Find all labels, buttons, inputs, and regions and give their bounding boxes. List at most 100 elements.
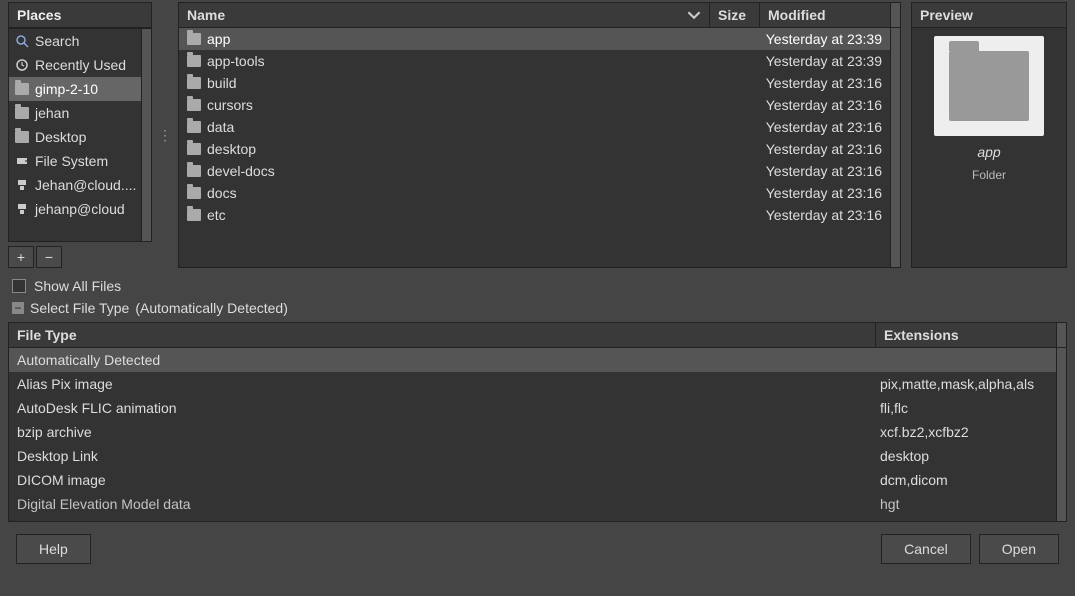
filetype-row[interactable]: Alias Pix imagepix,matte,mask,alpha,als — [9, 372, 1056, 396]
pane-splitter[interactable]: ⋮ — [162, 2, 168, 268]
filetype-row[interactable]: DICOM imagedcm,dicom — [9, 468, 1056, 492]
filetype-ext: xcf.bz2,xcfbz2 — [876, 424, 1056, 440]
file-name: data — [207, 119, 234, 135]
folder-icon — [187, 33, 201, 45]
file-modified: Yesterday at 23:16 — [760, 163, 890, 179]
filetype-name: AutoDesk FLIC animation — [9, 400, 876, 416]
add-place-button[interactable]: + — [8, 246, 34, 268]
file-name: etc — [207, 207, 226, 223]
place-item[interactable]: gimp-2-10 — [9, 77, 151, 101]
folder-icon — [187, 77, 201, 89]
filetype-scrollbar[interactable] — [1056, 348, 1066, 521]
file-modified: Yesterday at 23:39 — [760, 53, 890, 69]
minus-icon: − — [12, 302, 24, 314]
file-name: cursors — [207, 97, 253, 113]
show-all-label: Show All Files — [34, 278, 121, 294]
filetype-name: Automatically Detected — [9, 352, 876, 368]
filetype-name: bzip archive — [9, 424, 876, 440]
drive-icon — [15, 154, 29, 168]
filetype-row[interactable]: Automatically Detected — [9, 348, 1056, 372]
filetype-row[interactable]: bzip archivexcf.bz2,xcfbz2 — [9, 420, 1056, 444]
place-item[interactable]: File System — [9, 149, 151, 173]
search-icon — [15, 34, 29, 48]
places-list: Search Recently Usedgimp-2-10jehan Desktop… — [8, 28, 152, 242]
filetype-ext: desktop — [876, 448, 1056, 464]
filetype-row[interactable]: Digital Elevation Model datahgt — [9, 492, 1056, 516]
folder-icon — [949, 51, 1029, 121]
preview-pane: Preview app Folder — [911, 2, 1067, 268]
folder-icon — [187, 55, 201, 67]
filetype-ext — [876, 352, 1056, 368]
file-modified: Yesterday at 23:16 — [760, 207, 890, 223]
file-row[interactable]: app-tools Yesterday at 23:39 — [179, 50, 890, 72]
place-item[interactable]: Search — [9, 29, 151, 53]
file-row[interactable]: appYesterday at 23:39 — [179, 28, 890, 50]
cancel-button[interactable]: Cancel — [881, 534, 971, 564]
filetype-row[interactable]: AutoDesk FLIC animationfli,flc — [9, 396, 1056, 420]
file-row[interactable]: data Yesterday at 23:16 — [179, 116, 890, 138]
column-size[interactable]: Size — [710, 3, 760, 27]
file-modified: Yesterday at 23:16 — [760, 119, 890, 135]
file-name: app — [207, 31, 230, 47]
column-name[interactable]: Name — [179, 3, 710, 27]
file-row[interactable]: etc Yesterday at 23:16 — [179, 204, 890, 226]
file-row[interactable]: docs Yesterday at 23:16 — [179, 182, 890, 204]
file-modified: Yesterday at 23:16 — [760, 97, 890, 113]
place-label: jehanp@cloud — [35, 201, 125, 217]
folder-icon — [187, 121, 201, 133]
file-modified: Yesterday at 23:16 — [760, 75, 890, 91]
recent-icon — [15, 58, 29, 72]
filetype-row[interactable]: Desktop Linkdesktop — [9, 444, 1056, 468]
folder-icon — [187, 99, 201, 111]
folder-icon — [187, 143, 201, 155]
show-all-files-row[interactable]: Show All Files — [12, 278, 1063, 294]
place-label: File System — [35, 153, 108, 169]
file-row[interactable]: desktop Yesterday at 23:16 — [179, 138, 890, 160]
folder-icon — [15, 106, 29, 120]
filetype-ext: hgt — [876, 496, 1056, 512]
show-all-checkbox[interactable] — [12, 279, 26, 293]
file-name: app-tools — [207, 53, 265, 69]
places-scrollbar[interactable] — [141, 29, 151, 241]
preview-header: Preview — [912, 3, 1066, 28]
remove-place-button[interactable]: − — [36, 246, 62, 268]
file-type-table: File Type Extensions Automatically Detec… — [8, 322, 1067, 522]
chevron-down-icon — [687, 8, 701, 22]
place-item[interactable]: Desktop — [9, 125, 151, 149]
folder-icon — [187, 187, 201, 199]
auto-detected-suffix: (Automatically Detected) — [135, 300, 288, 316]
filelist-scrollbar[interactable] — [890, 28, 900, 267]
folder-icon — [15, 130, 29, 144]
preview-item-type: Folder — [972, 168, 1006, 182]
select-file-type-expander[interactable]: − Select File Type (Automatically Detect… — [12, 300, 1063, 316]
place-item[interactable]: jehanp@cloud — [9, 197, 151, 221]
place-item[interactable]: Recently Used — [9, 53, 151, 77]
column-modified[interactable]: Modified — [760, 3, 890, 27]
filetype-name: Alias Pix image — [9, 376, 876, 392]
filetype-name: DICOM image — [9, 472, 876, 488]
file-name: desktop — [207, 141, 256, 157]
places-header: Places — [8, 2, 152, 28]
filetype-ext: pix,matte,mask,alpha,als — [876, 376, 1056, 392]
select-file-type-label: Select File Type — [30, 300, 129, 316]
place-label: Desktop — [35, 129, 86, 145]
place-item[interactable]: jehan — [9, 101, 151, 125]
file-name: docs — [207, 185, 237, 201]
file-modified: Yesterday at 23:16 — [760, 141, 890, 157]
column-extensions[interactable]: Extensions — [876, 323, 1056, 347]
file-name: build — [207, 75, 237, 91]
column-file-type[interactable]: File Type — [9, 323, 876, 347]
folder-icon — [187, 165, 201, 177]
button-bar: Help Cancel Open — [0, 522, 1075, 576]
open-button[interactable]: Open — [979, 534, 1059, 564]
place-label: Search — [35, 33, 79, 49]
file-row[interactable]: devel-docsYesterday at 23:16 — [179, 160, 890, 182]
network-icon — [15, 178, 29, 192]
help-button[interactable]: Help — [16, 534, 91, 564]
network-icon — [15, 202, 29, 216]
file-row[interactable]: cursors Yesterday at 23:16 — [179, 94, 890, 116]
file-modified: Yesterday at 23:16 — [760, 185, 890, 201]
folder-icon — [187, 209, 201, 221]
place-item[interactable]: Jehan@cloud.... — [9, 173, 151, 197]
file-row[interactable]: build Yesterday at 23:16 — [179, 72, 890, 94]
